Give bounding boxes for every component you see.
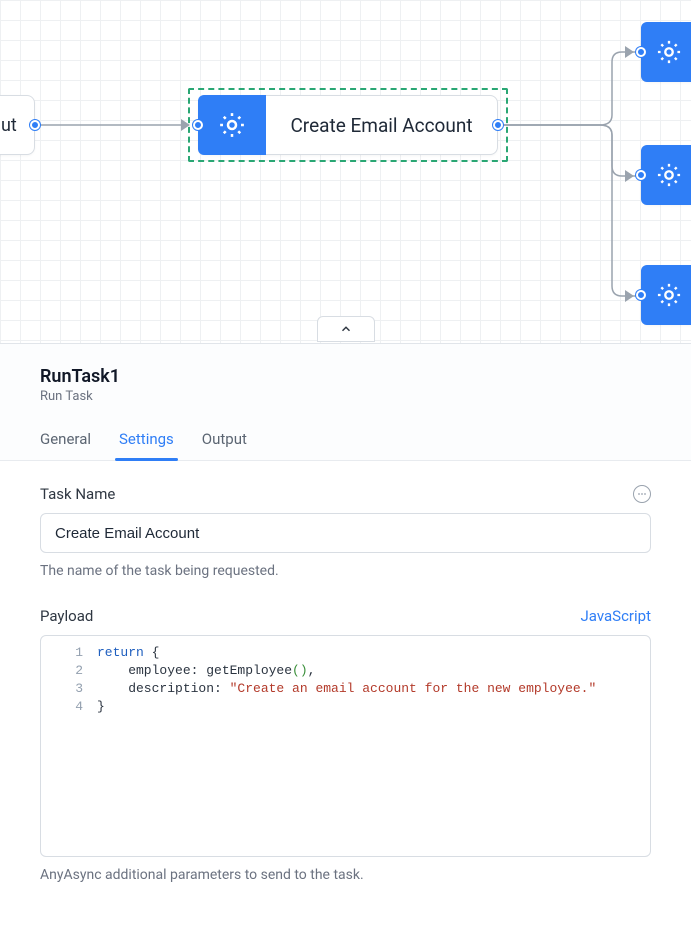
task-name-help: The name of the task being requested.	[40, 563, 651, 579]
chevron-up-icon	[339, 322, 353, 336]
task-name-label: Task Name	[40, 485, 115, 503]
connector-arrow-icon	[625, 46, 634, 58]
properties-panel: RunTask1 Run Task General Settings Outpu…	[0, 343, 691, 917]
node-output-port[interactable]	[30, 120, 40, 130]
panel-title: RunTask1	[40, 366, 651, 387]
field-payload: Payload JavaScript 1return { 2 employee:…	[40, 607, 651, 883]
gear-icon	[655, 281, 683, 309]
node-input-port[interactable]	[636, 170, 646, 180]
workflow-node-downstream[interactable]	[641, 265, 691, 325]
node-input-port[interactable]	[193, 120, 203, 130]
workflow-canvas[interactable]: ut Create Email Account	[0, 0, 691, 344]
payload-label: Payload	[40, 607, 93, 625]
task-name-input[interactable]	[40, 513, 651, 553]
workflow-node-downstream[interactable]	[641, 22, 691, 82]
node-output-port[interactable]	[493, 120, 503, 130]
connector-arrow-icon	[625, 290, 634, 302]
gear-icon	[655, 161, 683, 189]
node-icon-box	[641, 265, 691, 325]
field-more-button[interactable]	[633, 485, 651, 503]
connector-arrow-icon	[181, 119, 190, 131]
panel-collapse-button[interactable]	[317, 316, 375, 342]
field-task-name: Task Name The name of the task being req…	[40, 485, 651, 579]
node-label: Create Email Account	[266, 114, 497, 137]
tab-output[interactable]: Output	[202, 430, 247, 460]
gear-icon	[217, 110, 247, 140]
node-icon-box	[641, 145, 691, 205]
gear-icon	[655, 38, 683, 66]
tab-general[interactable]: General	[40, 430, 91, 460]
panel-subtitle: Run Task	[40, 389, 651, 404]
payload-code-editor[interactable]: 1return { 2 employee: getEmployee(), 3 d…	[40, 635, 651, 857]
payload-help: AnyAsync additional parameters to send t…	[40, 867, 651, 883]
workflow-node-create-email[interactable]: Create Email Account	[198, 95, 498, 155]
panel-tabs: General Settings Output	[0, 430, 691, 461]
node-input-port[interactable]	[636, 47, 646, 57]
ellipsis-icon	[637, 492, 647, 496]
node-label: ut	[1, 115, 17, 136]
workflow-node-downstream[interactable]	[641, 145, 691, 205]
connector-wires	[0, 0, 691, 344]
connector-arrow-icon	[625, 170, 634, 182]
node-icon-box	[641, 22, 691, 82]
payload-language-link[interactable]: JavaScript	[581, 607, 651, 625]
workflow-node-input[interactable]: ut	[0, 95, 35, 155]
node-input-port[interactable]	[636, 290, 646, 300]
node-icon-box	[198, 95, 266, 155]
tab-settings[interactable]: Settings	[119, 430, 174, 460]
